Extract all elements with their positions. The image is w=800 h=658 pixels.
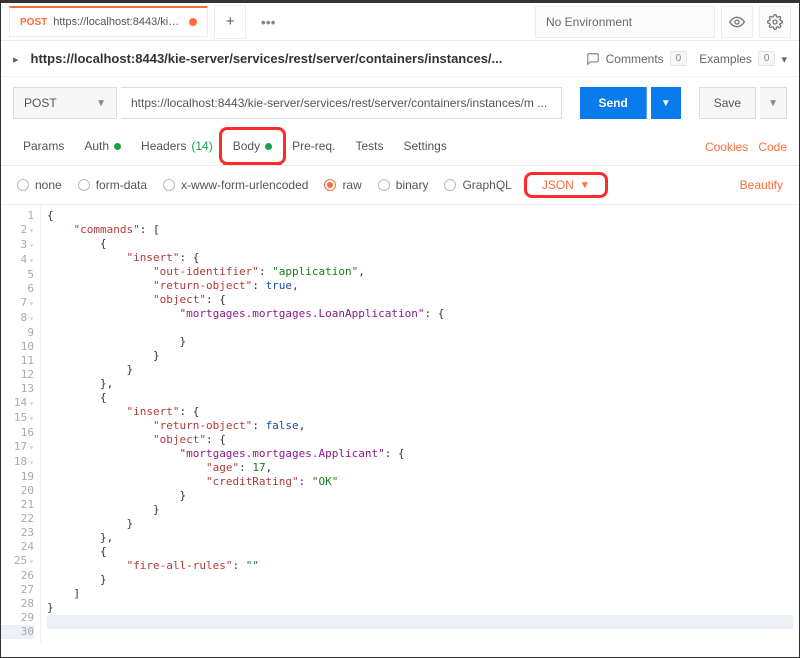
topbar: POST https://localhost:8443/kie-serv... … <box>1 3 799 41</box>
tab-settings[interactable]: Settings <box>393 129 456 165</box>
tab-headers[interactable]: Headers (14) <box>131 129 223 165</box>
request-name: https://localhost:8443/kie-server/servic… <box>31 51 574 66</box>
tab-prereq[interactable]: Pre-req. <box>282 129 345 165</box>
body-radio-label: GraphQL <box>462 178 511 192</box>
environment-selector[interactable]: No Environment <box>535 6 715 38</box>
request-row: POST ▼ https://localhost:8443/kie-server… <box>1 77 799 129</box>
tab-url-short: https://localhost:8443/kie-serv... <box>53 16 183 28</box>
body-language-label: JSON <box>542 178 574 192</box>
status-dot-icon <box>265 143 272 150</box>
save-button[interactable]: Save <box>699 87 756 119</box>
comments-button[interactable]: Comments 0 <box>586 51 688 66</box>
body-type-row: none form-data x-www-form-urlencoded raw… <box>1 166 799 205</box>
chevron-down-icon: ▾ <box>781 53 787 66</box>
editor-code[interactable]: { "commands": [ { "insert": { "out-ident… <box>41 205 799 643</box>
body-radio-label: binary <box>396 178 429 192</box>
tab-headers-label: Headers <box>141 139 186 153</box>
body-radio-binary[interactable]: binary <box>378 178 429 192</box>
chevron-down-icon: ▼ <box>580 180 590 191</box>
collapse-toggle-icon[interactable]: ▸ <box>13 53 19 66</box>
code-link[interactable]: Code <box>758 140 787 154</box>
comments-label: Comments <box>606 52 664 66</box>
radio-icon <box>163 179 175 191</box>
radio-icon <box>444 179 456 191</box>
inforow: ▸ https://localhost:8443/kie-server/serv… <box>1 41 799 77</box>
examples-count: 0 <box>758 51 776 66</box>
send-dropdown[interactable]: ▼ <box>651 87 681 119</box>
body-radio-label: raw <box>342 178 361 192</box>
unsaved-dot-icon <box>189 18 197 26</box>
body-radio-label: none <box>35 178 62 192</box>
editor-gutter: 1234567891011121314151617181920212223242… <box>1 205 41 643</box>
tab-tests[interactable]: Tests <box>345 129 393 165</box>
chevron-down-icon: ▼ <box>96 98 106 109</box>
tab-body-label: Body <box>233 139 260 153</box>
body-radio-urlencoded[interactable]: x-www-form-urlencoded <box>163 178 308 192</box>
environment-quicklook-button[interactable] <box>721 6 753 38</box>
comment-icon <box>586 52 600 66</box>
radio-icon <box>17 179 29 191</box>
radio-icon <box>378 179 390 191</box>
body-radio-label: x-www-form-urlencoded <box>181 178 308 192</box>
body-radio-none[interactable]: none <box>17 178 62 192</box>
examples-dropdown[interactable]: Examples 0 ▾ <box>699 51 787 66</box>
body-radio-label: form-data <box>96 178 147 192</box>
beautify-link[interactable]: Beautify <box>740 178 783 192</box>
tab-headers-count: (14) <box>191 139 212 153</box>
subtabs: Params Auth Headers (14) Body Pre-req. T… <box>1 129 799 166</box>
radio-selected-icon <box>324 179 336 191</box>
tab-body[interactable]: Body <box>223 129 282 165</box>
new-tab-button[interactable]: + <box>214 5 246 39</box>
settings-button[interactable] <box>759 6 791 38</box>
method-value: POST <box>24 96 57 110</box>
body-radio-graphql[interactable]: GraphQL <box>444 178 511 192</box>
eye-icon <box>729 14 745 30</box>
tab-auth[interactable]: Auth <box>74 129 131 165</box>
tab-method-badge: POST <box>20 17 47 28</box>
tab-params[interactable]: Params <box>13 129 74 165</box>
cookies-link[interactable]: Cookies <box>705 140 748 154</box>
send-button[interactable]: Send <box>580 87 646 119</box>
save-dropdown[interactable]: ▼ <box>760 87 787 119</box>
method-selector[interactable]: POST ▼ <box>13 87 117 119</box>
url-input[interactable]: https://localhost:8443/kie-server/servic… <box>121 87 562 119</box>
body-radio-raw[interactable]: raw <box>324 178 361 192</box>
examples-label: Examples <box>699 52 752 66</box>
status-dot-icon <box>114 143 121 150</box>
gear-icon <box>767 14 783 30</box>
tab-auth-label: Auth <box>84 139 109 153</box>
body-language-selector[interactable]: JSON ▼ <box>528 174 604 196</box>
comments-count: 0 <box>670 51 688 66</box>
tab-active[interactable]: POST https://localhost:8443/kie-serv... <box>9 6 208 37</box>
radio-icon <box>78 179 90 191</box>
body-radio-formdata[interactable]: form-data <box>78 178 147 192</box>
more-tabs-button[interactable]: ••• <box>252 5 284 39</box>
body-editor[interactable]: 1234567891011121314151617181920212223242… <box>1 205 799 643</box>
